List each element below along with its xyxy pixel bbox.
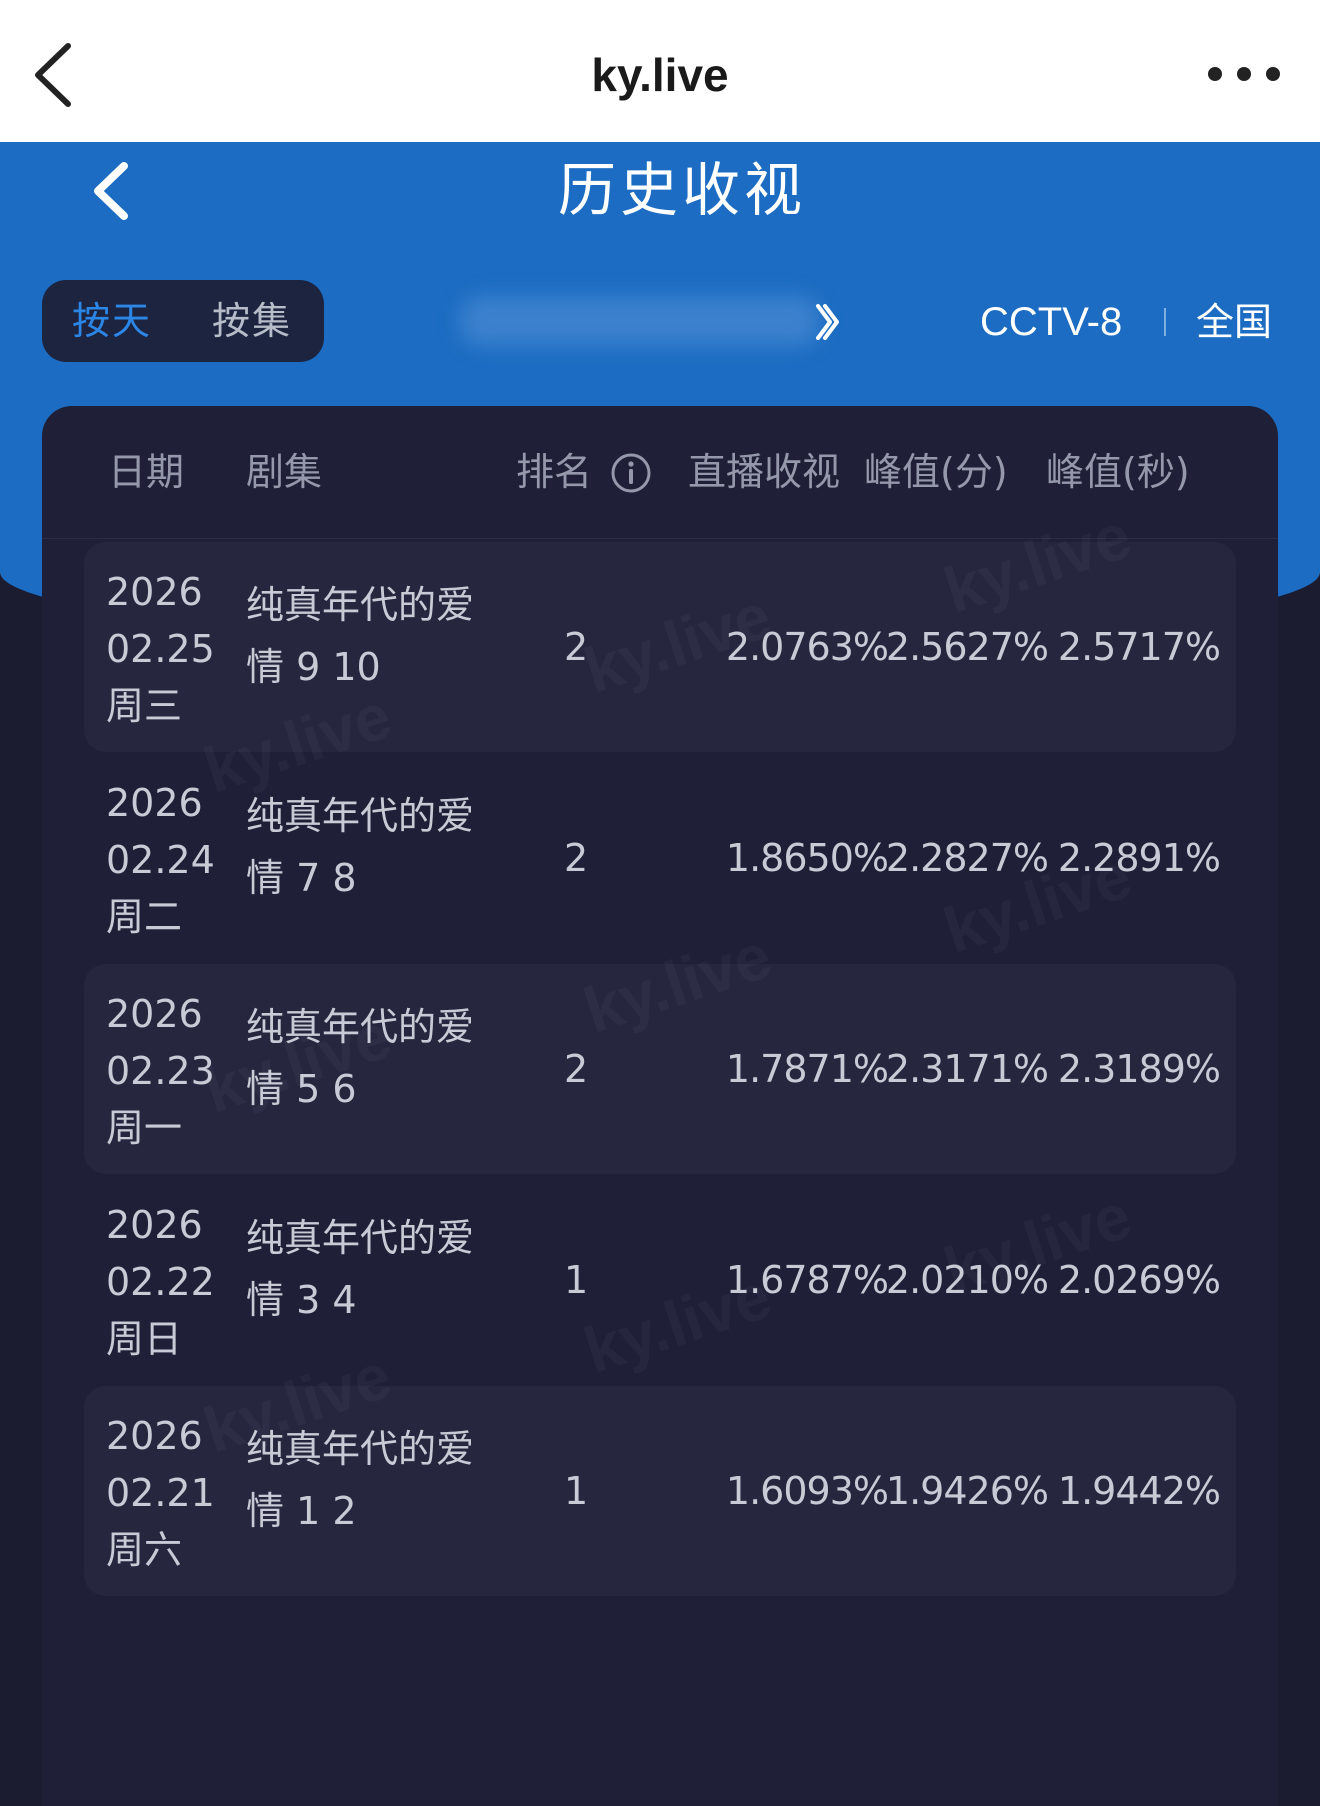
row-date: 2026 02.25 周三 [106,570,215,728]
column-header-rank: 排名 [516,450,593,494]
info-icon[interactable] [610,452,652,494]
channel-selector[interactable]: CCTV-8 [980,292,1122,352]
column-header-peak-minute: 峰值(分) [864,450,1008,494]
row-rank: 1 [564,1469,589,1513]
more-horizontal-icon[interactable] [1208,62,1280,86]
row-date: 2026 02.22 周日 [106,1203,215,1361]
row-peak-minute: 2.3171% [885,1047,1049,1091]
view-toggle: 按天 按集 [42,280,324,362]
column-header-episode: 剧集 [246,450,323,494]
page-title: 历史收视 [557,156,806,224]
row-peak-minute: 1.9426% [885,1469,1049,1513]
browser-url-title: ky.live [591,49,729,101]
row-episode: 纯真年代的爱 情 7 8 [246,794,475,900]
row-rank: 1 [564,1258,589,1302]
tab-by-episode[interactable]: 按集 [212,280,292,362]
ratings-table: 日期 剧集 排名 直播收视 峰值(分) 峰值(秒) 2026 02.25 周三 … [42,406,1278,1806]
column-header-date: 日期 [108,450,185,494]
filter-divider [1164,308,1166,336]
row-peak-second: 2.3189% [1057,1047,1221,1091]
row-peak-second: 1.9442% [1057,1469,1221,1513]
region-selector[interactable]: 全国 [1196,292,1272,352]
double-chevron-right-icon[interactable] [814,300,840,344]
browser-toolbar: ky.live [0,0,1320,142]
column-header-live-rating: 直播收视 [688,450,841,494]
blurred-hint-text [460,296,820,346]
row-episode: 纯真年代的爱 情 3 4 [246,1216,475,1322]
row-rank: 2 [564,836,589,880]
tab-by-day[interactable]: 按天 [72,280,152,362]
